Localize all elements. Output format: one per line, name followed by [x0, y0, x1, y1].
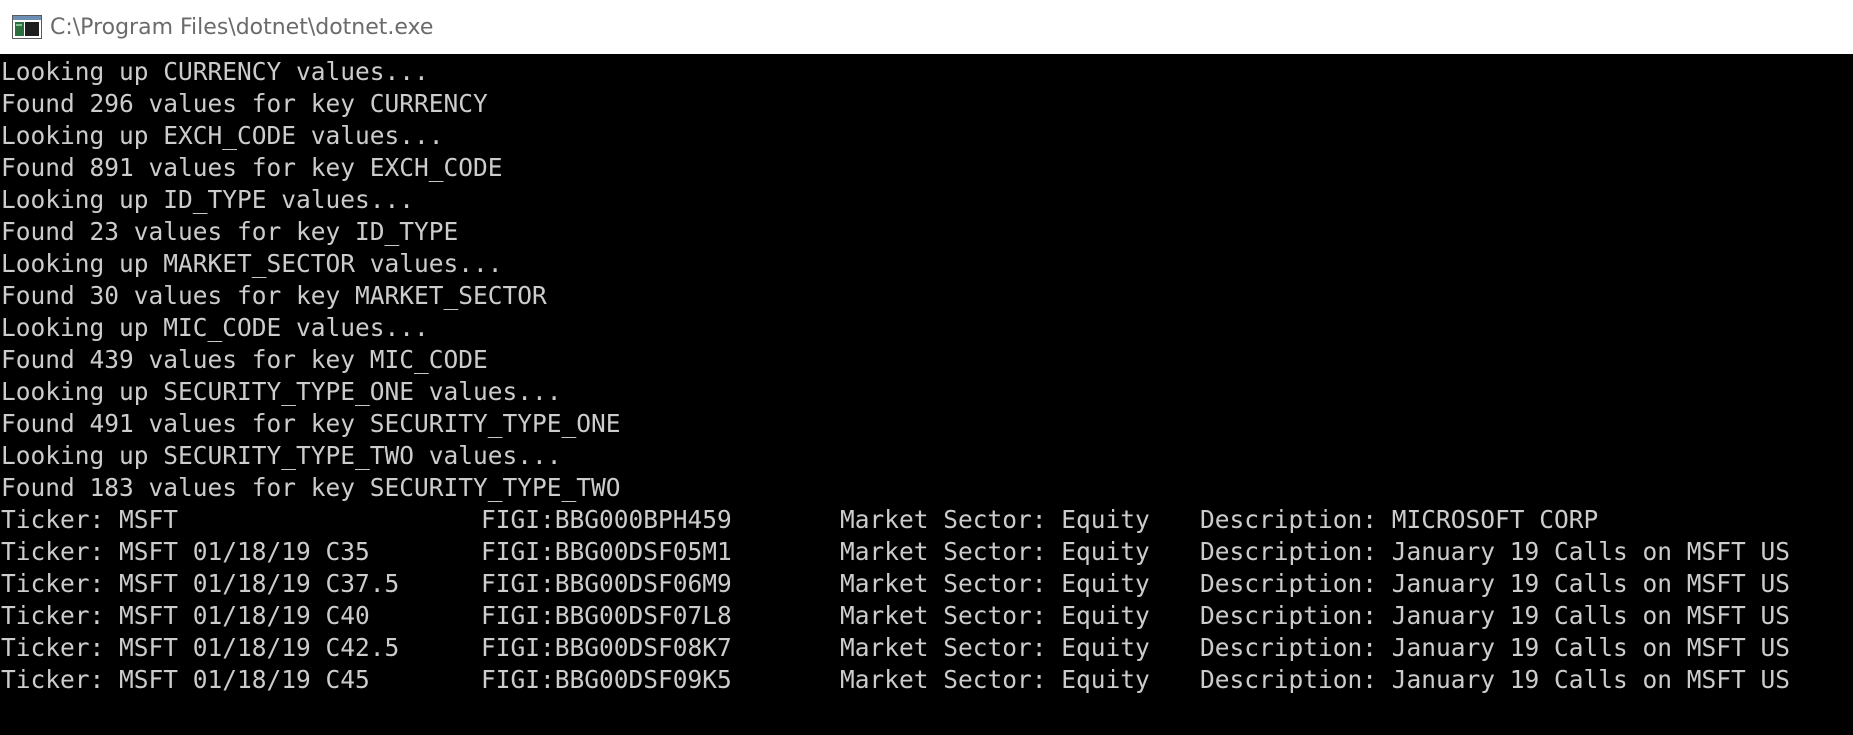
console-line: Looking up SECURITY_TYPE_TWO values...: [1, 441, 562, 470]
console-app-icon: [12, 15, 42, 39]
result-figi: FIGI:BBG00DSF07L8: [481, 601, 732, 630]
result-ticker: Ticker: MSFT 01/18/19 C40: [1, 601, 370, 630]
console-window: C:\Program Files\dotnet\dotnet.exe Looki…: [0, 0, 1853, 735]
console-line: Found 491 values for key SECURITY_TYPE_O…: [1, 409, 621, 438]
console-line: Found 30 values for key MARKET_SECTOR: [1, 281, 547, 310]
result-figi: FIGI:BBG00DSF09K5: [481, 665, 732, 694]
result-sector: Market Sector: Equity: [840, 505, 1150, 534]
result-row: Ticker: MSFT 01/18/19 C42.5 FIGI:BBG00DSF…: [0, 632, 1853, 664]
console-line: Found 23 values for key ID_TYPE: [1, 217, 459, 246]
result-row: Ticker: MSFT FIGI:BBG000BPH459 Market Sect…: [0, 504, 1853, 536]
console-output[interactable]: Looking up CURRENCY values... Found 296 …: [0, 54, 1853, 735]
result-ticker: Ticker: MSFT: [1, 505, 179, 534]
result-description: Description: January 19 Calls on MSFT US: [1200, 633, 1791, 662]
result-sector: Market Sector: Equity: [840, 601, 1150, 630]
result-ticker: Ticker: MSFT 01/18/19 C42.5: [1, 633, 400, 662]
result-row: Ticker: MSFT 01/18/19 C45 FIGI:BBG00DSF09…: [0, 664, 1853, 696]
console-line: Found 891 values for key EXCH_CODE: [1, 153, 503, 182]
result-row: Ticker: MSFT 01/18/19 C40 FIGI:BBG00DSF07…: [0, 600, 1853, 632]
result-figi: FIGI:BBG00DSF06M9: [481, 569, 732, 598]
result-description: Description: January 19 Calls on MSFT US: [1200, 569, 1791, 598]
result-description: Description: January 19 Calls on MSFT US: [1200, 665, 1791, 694]
console-line: Found 183 values for key SECURITY_TYPE_T…: [1, 473, 621, 502]
result-figi: FIGI:BBG00DSF08K7: [481, 633, 732, 662]
result-row: Ticker: MSFT 01/18/19 C35 FIGI:BBG00DSF05…: [0, 536, 1853, 568]
result-sector: Market Sector: Equity: [840, 537, 1150, 566]
console-line: Looking up ID_TYPE values...: [1, 185, 415, 214]
console-line: Found 439 values for key MIC_CODE: [1, 345, 488, 374]
result-ticker: Ticker: MSFT 01/18/19 C45: [1, 665, 370, 694]
title-bar[interactable]: C:\Program Files\dotnet\dotnet.exe: [0, 0, 1853, 54]
console-line: Looking up EXCH_CODE values...: [1, 121, 444, 150]
result-sector: Market Sector: Equity: [840, 633, 1150, 662]
result-description: Description: MICROSOFT CORP: [1200, 505, 1599, 534]
console-line: Looking up SECURITY_TYPE_ONE values...: [1, 377, 562, 406]
result-ticker: Ticker: MSFT 01/18/19 C37.5: [1, 569, 400, 598]
console-line: Looking up CURRENCY values...: [1, 57, 429, 86]
console-line: Looking up MARKET_SECTOR values...: [1, 249, 503, 278]
result-sector: Market Sector: Equity: [840, 665, 1150, 694]
result-ticker: Ticker: MSFT 01/18/19 C35: [1, 537, 370, 566]
result-row: Ticker: MSFT 01/18/19 C37.5 FIGI:BBG00DSF…: [0, 568, 1853, 600]
console-line: Looking up MIC_CODE values...: [1, 313, 429, 342]
window-title: C:\Program Files\dotnet\dotnet.exe: [50, 14, 434, 40]
result-description: Description: January 19 Calls on MSFT US: [1200, 537, 1791, 566]
result-figi: FIGI:BBG00DSF05M1: [481, 537, 732, 566]
result-figi: FIGI:BBG000BPH459: [481, 505, 732, 534]
console-line: Found 296 values for key CURRENCY: [1, 89, 488, 118]
result-sector: Market Sector: Equity: [840, 569, 1150, 598]
result-description: Description: January 19 Calls on MSFT US: [1200, 601, 1791, 630]
